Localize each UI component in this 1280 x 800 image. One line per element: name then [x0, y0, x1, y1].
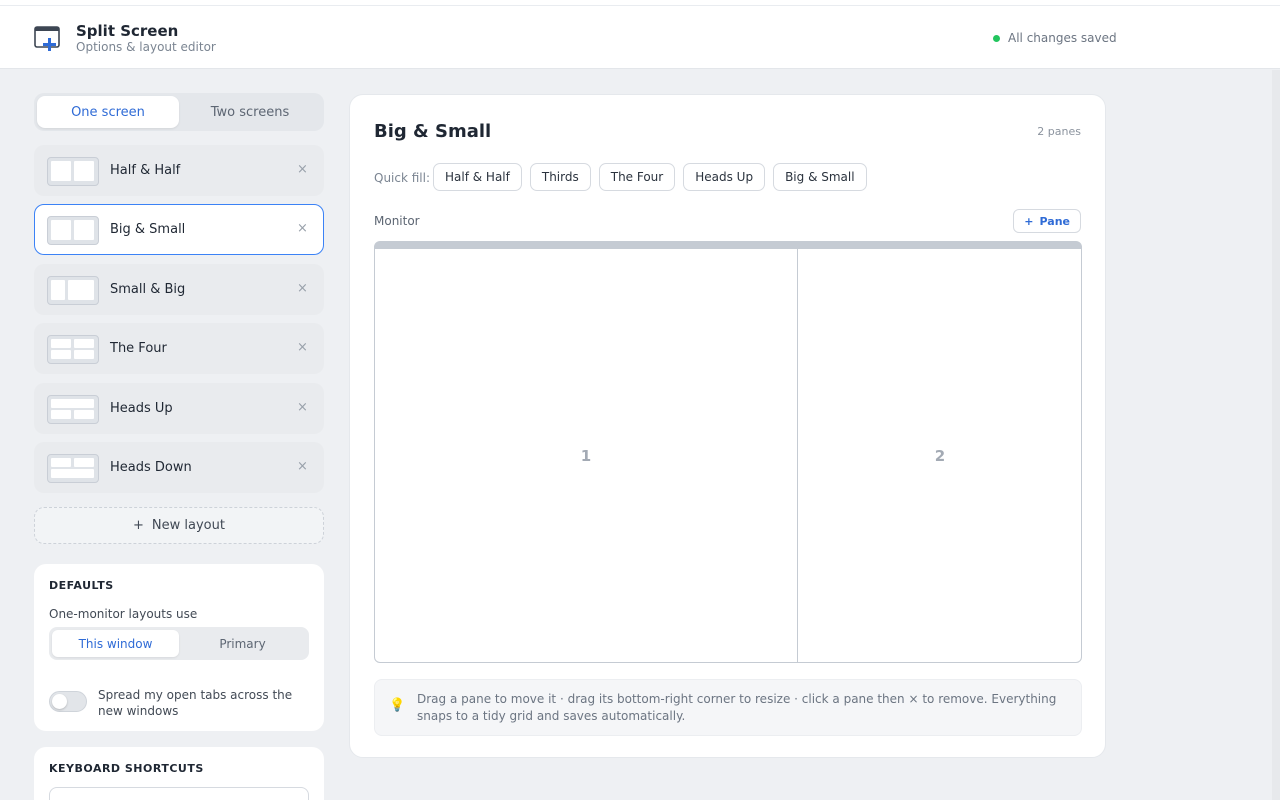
app-title: Split Screen	[76, 22, 179, 40]
layout-item-small-big[interactable]: Small & Big ×	[34, 264, 324, 315]
layout-item-heads-down[interactable]: Heads Down ×	[34, 442, 324, 493]
defaults-label: One-monitor layouts use	[49, 607, 198, 621]
save-status: All changes saved	[993, 31, 1117, 45]
app-header: Split Screen Options & layout editor All…	[0, 6, 1280, 69]
split-screen-logo-icon	[34, 26, 60, 51]
quick-fill-thirds[interactable]: Thirds	[529, 163, 591, 191]
layout-label: Heads Down	[110, 460, 192, 475]
new-layout-label: New layout	[151, 518, 225, 533]
toggle-knob	[52, 694, 67, 709]
new-layout-button[interactable]: + New layout	[34, 507, 324, 544]
spread-tabs-toggle[interactable]	[49, 691, 87, 712]
split-big-small-icon	[47, 216, 99, 245]
screen-count-toggle: One screen Two screens	[34, 93, 324, 131]
defaults-title: DEFAULTS	[49, 579, 114, 592]
lightbulb-icon: 💡	[389, 698, 406, 713]
save-status-text: All changes saved	[1008, 31, 1117, 45]
monitor-canvas: 1 2	[374, 241, 1082, 663]
remove-layout-button[interactable]: ×	[297, 340, 308, 355]
pane-1[interactable]: 1	[375, 249, 798, 662]
quick-fill-the-four[interactable]: The Four	[598, 163, 676, 191]
pane-2[interactable]: 2	[799, 249, 1081, 662]
monitor-label: Monitor	[374, 214, 420, 228]
heads-down-icon	[47, 454, 99, 483]
quick-fill-chips: Half & Half Thirds The Four Heads Up Big…	[433, 163, 867, 191]
quick-fill-big-small[interactable]: Big & Small	[773, 163, 867, 191]
quick-fill-half-half[interactable]: Half & Half	[433, 163, 522, 191]
layout-item-big-small[interactable]: Big & Small ×	[34, 204, 324, 255]
layout-title: Big & Small	[374, 121, 492, 142]
heads-up-icon	[47, 395, 99, 424]
add-pane-label: Pane	[1039, 214, 1070, 228]
remove-layout-button[interactable]: ×	[297, 400, 308, 415]
remove-layout-button[interactable]: ×	[297, 459, 308, 474]
hint-text: Drag a pane to move it · drag its bottom…	[417, 692, 1057, 723]
layout-label: Half & Half	[110, 163, 181, 178]
plus-icon: +	[1024, 214, 1034, 228]
grid-four-icon	[47, 335, 99, 364]
remove-layout-button[interactable]: ×	[297, 281, 308, 296]
pane-count: 2 panes	[1037, 125, 1081, 138]
spread-tabs-label: Spread my open tabs across the new windo…	[98, 688, 293, 718]
defaults-card: DEFAULTS One-monitor layouts use This wi…	[34, 564, 324, 731]
primary-option[interactable]: Primary	[179, 630, 306, 657]
this-window-option[interactable]: This window	[52, 630, 179, 657]
app-subtitle: Options & layout editor	[76, 40, 216, 54]
remove-layout-button[interactable]: ×	[297, 162, 308, 177]
layout-label: The Four	[110, 341, 167, 356]
keyboard-shortcuts-title: KEYBOARD SHORTCUTS	[49, 762, 204, 775]
remove-layout-button[interactable]: ×	[297, 221, 308, 236]
shortcut-field[interactable]	[49, 787, 309, 800]
split-small-big-icon	[47, 276, 99, 305]
quick-fill-heads-up[interactable]: Heads Up	[683, 163, 766, 191]
plus-icon: +	[133, 518, 144, 533]
quick-fill-label: Quick fill:	[374, 171, 431, 185]
layout-editor-panel: Big & Small 2 panes Quick fill: Half & H…	[349, 94, 1106, 758]
layout-item-half-half[interactable]: Half & Half ×	[34, 145, 324, 196]
layout-label: Small & Big	[110, 282, 186, 297]
add-pane-button[interactable]: + Pane	[1013, 209, 1081, 233]
status-dot-icon	[993, 34, 1000, 42]
monitor-target-toggle: This window Primary	[49, 627, 309, 660]
split-half-icon	[47, 157, 99, 186]
page-scrollbar[interactable]	[1272, 70, 1280, 800]
keyboard-shortcuts-card: KEYBOARD SHORTCUTS	[34, 747, 324, 800]
help-hint: 💡 Drag a pane to move it · drag its bott…	[374, 679, 1082, 736]
layout-item-the-four[interactable]: The Four ×	[34, 323, 324, 374]
layout-label: Big & Small	[110, 222, 186, 237]
one-screen-tab[interactable]: One screen	[37, 96, 179, 128]
layout-item-heads-up[interactable]: Heads Up ×	[34, 383, 324, 434]
two-screens-tab[interactable]: Two screens	[179, 96, 321, 128]
layout-label: Heads Up	[110, 401, 173, 416]
